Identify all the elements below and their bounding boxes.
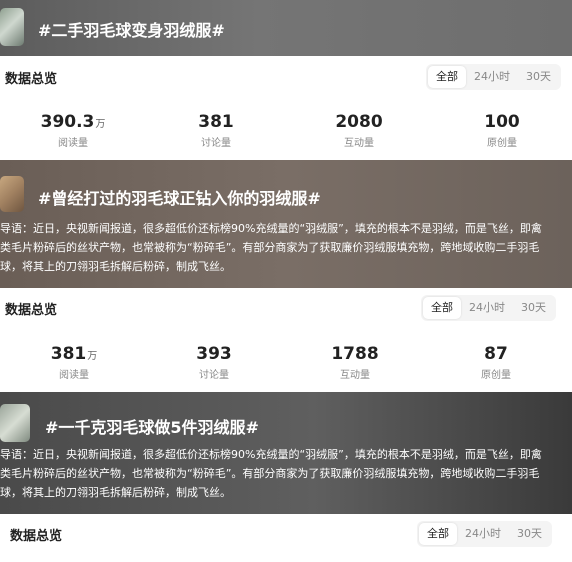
metric-label: 原创量: [487, 138, 517, 149]
metric-unit: 万: [87, 351, 98, 362]
metric-label: 讨论量: [201, 138, 231, 149]
data-overview-card-3: 数据总览 全部 24小时 30天: [0, 514, 572, 562]
metric-reads: 381万 阅读量: [24, 344, 124, 381]
metric-label: 阅读量: [58, 138, 88, 149]
metric-label: 原创量: [481, 370, 511, 381]
time-range-tabs: 全部 24小时 30天: [426, 64, 561, 90]
time-range-tabs: 全部 24小时 30天: [421, 295, 556, 321]
tab-all[interactable]: 全部: [428, 66, 466, 88]
topic-description-2: 导语：近日，央视新闻报道，很多超低价还标榜90%充绒量的“羽绒服”，填充的根本不…: [0, 219, 572, 276]
topic-title-1[interactable]: #二手羽毛球变身羽绒服#: [38, 17, 225, 41]
tab-30d[interactable]: 30天: [513, 297, 554, 319]
tab-all[interactable]: 全部: [419, 523, 457, 545]
description-line: 球，将其上的刀翎羽毛拆解后粉碎，制成飞丝。: [0, 486, 231, 499]
metric-interactions: 2080 互动量: [309, 112, 409, 149]
topic-title-3[interactable]: #一千克羽毛球做5件羽绒服#: [45, 414, 259, 438]
tab-30d[interactable]: 30天: [509, 523, 550, 545]
topic-thumbnail-3: [0, 404, 30, 442]
metric-label: 互动量: [344, 138, 374, 149]
overview-title: 数据总览: [10, 529, 63, 544]
metric-interactions: 1788 互动量: [305, 344, 405, 381]
metric-value: 393: [196, 344, 232, 364]
overview-title: 数据总览: [5, 303, 58, 318]
overview-title: 数据总览: [5, 72, 58, 87]
topic-thumbnail-2: [0, 176, 24, 212]
topic-description-3: 导语：近日，央视新闻报道，很多超低价还标榜90%充绒量的“羽绒服”，填充的根本不…: [0, 445, 572, 502]
metric-value: 381: [50, 344, 87, 364]
metric-value: 100: [484, 112, 520, 132]
metric-value: 87: [484, 344, 508, 364]
tab-24h[interactable]: 24小时: [457, 523, 509, 545]
topic-thumbnail-1: [0, 8, 24, 46]
metric-reads: 390.3万 阅读量: [23, 112, 123, 149]
description-line: 导语：近日，央视新闻报道，很多超低价还标榜90%充绒量的“羽绒服”，填充的根本不…: [0, 222, 542, 235]
tab-24h[interactable]: 24小时: [466, 66, 518, 88]
topic-title-2[interactable]: #曾经打过的羽毛球正钻入你的羽绒服#: [38, 185, 321, 209]
description-line: 类毛片粉碎后的丝状产物，也常被称为“粉碎毛”。有部分商家为了获取廉价羽绒服填充物…: [0, 241, 540, 254]
metric-discussions: 393 讨论量: [164, 344, 264, 381]
metric-value: 390.3: [40, 112, 95, 132]
description-line: 导语：近日，央视新闻报道，很多超低价还标榜90%充绒量的“羽绒服”，填充的根本不…: [0, 448, 542, 461]
data-overview-card-2: 数据总览 全部 24小时 30天 381万 阅读量 393 讨论量 1788 互…: [0, 288, 572, 392]
metric-discussions: 381 讨论量: [166, 112, 266, 149]
tab-all[interactable]: 全部: [423, 297, 461, 319]
tab-24h[interactable]: 24小时: [461, 297, 513, 319]
metric-originals: 87 原创量: [446, 344, 546, 381]
description-line: 类毛片粉碎后的丝状产物，也常被称为“粉碎毛”。有部分商家为了获取廉价羽绒服填充物…: [0, 467, 540, 480]
metric-label: 阅读量: [59, 370, 89, 381]
metric-label: 互动量: [340, 370, 370, 381]
time-range-tabs: 全部 24小时 30天: [417, 521, 552, 547]
metric-unit: 万: [95, 119, 106, 130]
metric-value: 381: [198, 112, 234, 132]
description-line: 球，将其上的刀翎羽毛拆解后粉碎，制成飞丝。: [0, 260, 231, 273]
metric-value: 1788: [331, 344, 379, 364]
tab-30d[interactable]: 30天: [518, 66, 559, 88]
metric-originals: 100 原创量: [452, 112, 552, 149]
data-overview-card-1: 数据总览 全部 24小时 30天 390.3万 阅读量 381 讨论量 2080…: [0, 56, 572, 160]
metric-value: 2080: [335, 112, 383, 132]
metric-label: 讨论量: [199, 370, 229, 381]
